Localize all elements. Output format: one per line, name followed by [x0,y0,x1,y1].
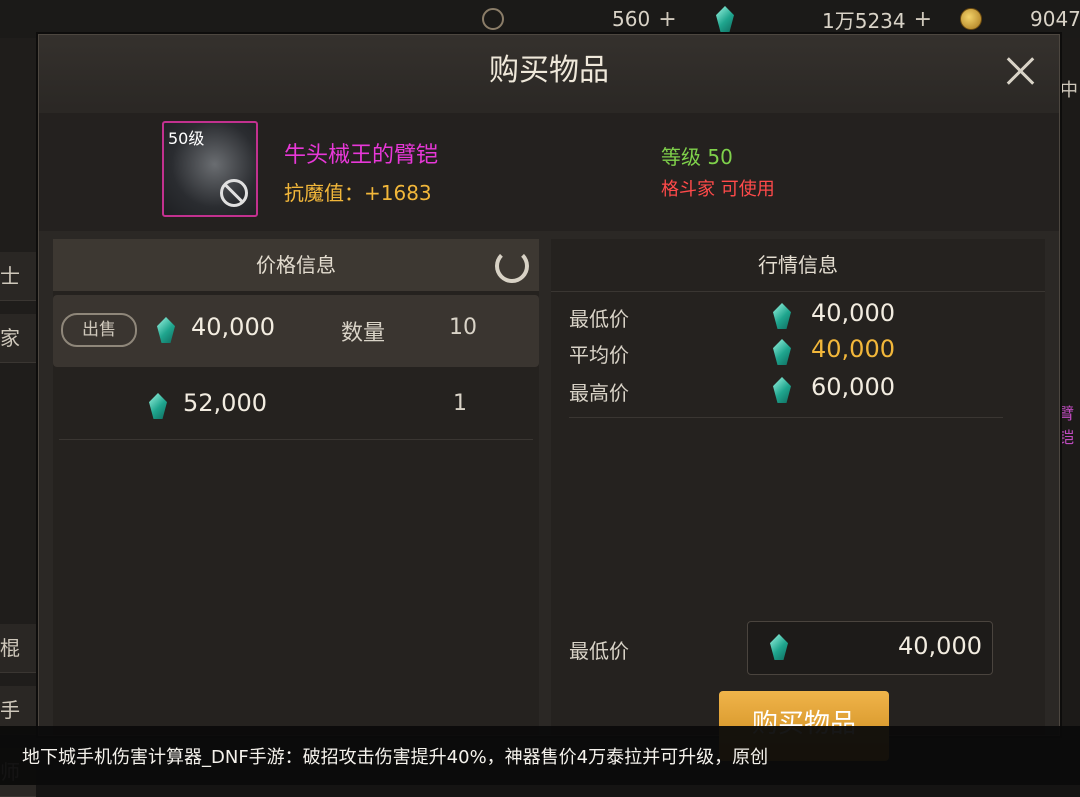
gem-icon [149,393,167,419]
buy-lowest-label: 最低价 [569,639,629,663]
side-right-item: 臂铠 [1058,404,1075,447]
gem-icon [157,317,175,343]
price-info-header: 价格信息 [53,239,539,291]
item-thumbnail[interactable]: 50级 [162,121,258,217]
side-item[interactable]: 家 [0,314,36,363]
listing-price: 52,000 [183,389,267,417]
listing-quantity: 1 [453,391,467,416]
right-side-strip: 中 臂铠 [1058,38,1080,738]
currency-1-value: 560 [612,7,651,31]
side-right-label: 中 [1060,80,1078,101]
item-stat: 抗魔值：+1683 [284,181,432,205]
lowest-price-label: 最低价 [569,307,629,331]
gem-icon [773,339,791,365]
currency-1: 560 + [482,6,677,32]
currency-3-value: 9047 [1030,7,1080,31]
gem-icon [773,303,791,329]
caption-text: 地下城手机伤害计算器_DNF手游：破招攻击伤害提升40%，神器售价4万泰拉并可升… [22,747,769,768]
refresh-icon[interactable] [495,249,529,283]
left-side-menu: 士 家 棍 手 师 [0,38,36,797]
currency-2: 1万5234 + [716,6,932,33]
price-info-panel: 价格信息 出售 40,000 数量 10 52,000 1 [53,239,539,735]
coupon-icon [482,8,504,30]
buy-item-dialog: 购买物品 50级 牛头械王的臂铠 抗魔值：+1683 等级 50 格斗家 可使用… [38,34,1060,761]
market-info-header: 行情信息 [551,239,1045,292]
average-price-value: 40,000 [811,335,895,363]
gold-coin-icon [960,8,982,30]
item-class-requirement: 格斗家 可使用 [661,179,775,200]
add-currency-1-button[interactable]: + [658,7,676,32]
listing-price: 40,000 [191,313,275,341]
listing-row[interactable]: 出售 40,000 数量 10 [53,295,539,367]
item-level-requirement: 等级 50 [661,145,733,169]
currency-2-value: 1万5234 [822,8,906,33]
side-item[interactable]: 棍 [0,624,36,673]
buy-price-value: 40,000 [898,632,982,660]
currency-3: 9047 [960,6,1080,32]
dialog-title: 购买物品 [39,35,1059,107]
highest-price-value: 60,000 [811,373,895,401]
market-divider [569,417,1003,418]
row-divider [59,439,533,440]
gem-icon [716,6,734,32]
add-currency-2-button[interactable]: + [914,7,932,32]
quantity-label: 数量 [341,321,386,346]
buy-price-field[interactable]: 40,000 [747,621,993,675]
lowest-price-value: 40,000 [811,299,895,327]
gem-icon [770,634,788,660]
currency-bar: 560 + 1万5234 + 9047 [0,0,1080,38]
item-level-badge: 50级 [168,129,205,148]
sell-button[interactable]: 出售 [61,313,137,347]
close-icon[interactable] [1001,51,1041,91]
gem-icon [773,377,791,403]
listing-quantity: 10 [449,315,477,340]
average-price-label: 平均价 [569,343,629,367]
highest-price-label: 最高价 [569,381,629,405]
no-entry-icon [220,179,248,207]
item-name: 牛头械王的臂铠 [284,143,439,168]
side-item[interactable]: 士 [0,252,36,301]
listing-row[interactable]: 52,000 1 [53,371,539,443]
